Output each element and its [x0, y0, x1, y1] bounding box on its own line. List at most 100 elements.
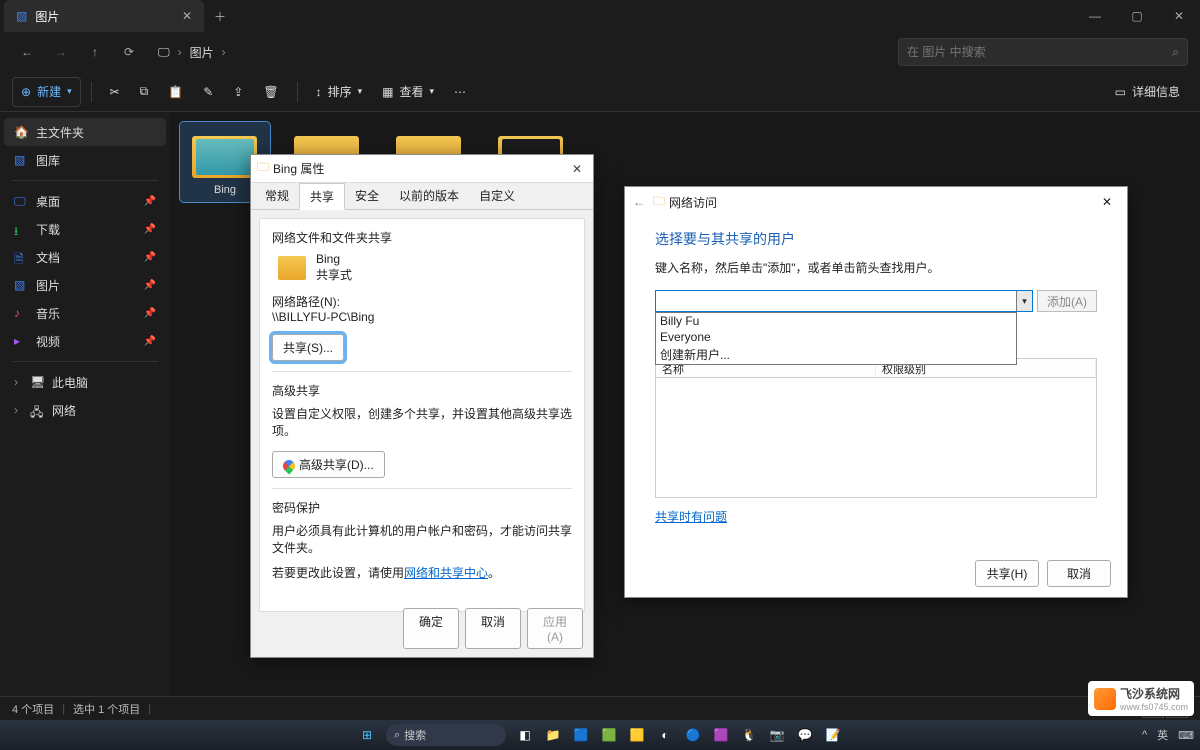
cancel-button[interactable]: 取消 — [1047, 560, 1111, 587]
pin-icon: 📌 — [144, 252, 156, 263]
search-icon[interactable]: ⌕ — [1172, 45, 1179, 60]
dialog-tabs: 常规 共享 安全 以前的版本 自定义 — [251, 183, 593, 210]
sidebar-item-pictures[interactable]: ▧图片📌 — [4, 271, 166, 299]
add-button[interactable]: 添加(A) — [1037, 290, 1097, 312]
new-tab-button[interactable]: ＋ — [204, 8, 236, 25]
gallery-icon: ▧ — [14, 153, 28, 167]
view-icon: ▦ — [382, 85, 393, 99]
app-icon[interactable]: 🔵 — [680, 722, 706, 748]
details-label: 详细信息 — [1132, 83, 1180, 100]
search-input[interactable] — [907, 45, 1172, 59]
copy-button[interactable]: ⧉ — [132, 77, 157, 107]
sidebar-item-desktop[interactable]: 🖵桌面📌 — [4, 187, 166, 215]
dropdown-option[interactable]: Billy Fu — [656, 313, 1016, 329]
monitor-icon: 🖵 — [158, 45, 170, 60]
sidebar-item-downloads[interactable]: ⭳下载📌 — [4, 215, 166, 243]
separator: | — [148, 703, 151, 715]
ime-indicator[interactable]: 英 — [1157, 727, 1168, 743]
tab-custom[interactable]: 自定义 — [469, 183, 525, 209]
details-button[interactable]: ▭ 详细信息 — [1107, 77, 1188, 107]
refresh-button[interactable]: ⟳ — [114, 37, 144, 67]
sidebar-item-home[interactable]: 🏠主文件夹 — [4, 118, 166, 146]
back-button[interactable]: ← — [633, 195, 653, 209]
delete-button[interactable]: 🗑 — [255, 77, 286, 107]
breadcrumb-item[interactable]: 图片 — [190, 44, 214, 61]
cancel-button[interactable]: 取消 — [465, 608, 521, 649]
app-icon[interactable]: 📷 — [764, 722, 790, 748]
advanced-share-button[interactable]: 高级共享(D)... — [272, 451, 385, 478]
chevron-right-icon: › — [14, 403, 22, 417]
taskview-button[interactable]: ◧ — [512, 722, 538, 748]
pictures-icon: ▧ — [16, 9, 27, 23]
forward-button[interactable]: → — [46, 37, 76, 67]
sidebar-item-network[interactable]: ›🖧网络 — [4, 396, 166, 424]
sidebar-label: 图库 — [36, 152, 60, 169]
app-icon[interactable]: 🟪 — [708, 722, 734, 748]
dialog-title: 网络访问 — [669, 194, 717, 211]
tab-security[interactable]: 安全 — [345, 183, 389, 209]
breadcrumb[interactable]: 🖵 › 图片 › — [158, 44, 226, 61]
share-confirm-button[interactable]: 共享(H) — [975, 560, 1039, 587]
tray-chevron-icon[interactable]: ^ — [1142, 729, 1147, 741]
close-dialog-button[interactable]: ✕ — [1095, 195, 1119, 209]
taskbar-search[interactable]: ⌕搜索 — [386, 724, 506, 746]
dropdown-option[interactable]: 创建新用户... — [656, 345, 1016, 364]
trouble-link[interactable]: 共享时有问题 — [655, 510, 727, 524]
search-box[interactable]: ⌕ — [898, 38, 1188, 66]
share-button[interactable]: ⇪ — [225, 77, 251, 107]
minimize-button[interactable]: ― — [1074, 0, 1116, 32]
app-icon[interactable]: 📁 — [540, 722, 566, 748]
sidebar-item-music[interactable]: ♪音乐📌 — [4, 299, 166, 327]
tab-previous[interactable]: 以前的版本 — [389, 183, 469, 209]
start-button[interactable]: ⊞ — [354, 722, 380, 748]
sidebar-label: 网络 — [52, 402, 76, 419]
paste-icon: 📋 — [168, 85, 183, 99]
ok-button[interactable]: 确定 — [403, 608, 459, 649]
new-label: 新建 — [37, 83, 61, 100]
tab-general[interactable]: 常规 — [255, 183, 299, 209]
back-button[interactable]: ← — [12, 37, 42, 67]
rename-button[interactable]: ✎ — [195, 77, 221, 107]
close-dialog-button[interactable]: ✕ — [567, 162, 587, 176]
user-input[interactable] — [658, 292, 1014, 310]
app-icon[interactable]: 🟦 — [568, 722, 594, 748]
network-path-label: 网络路径(N): — [272, 293, 572, 310]
cut-button[interactable]: ✂ — [102, 77, 128, 107]
dialog-titlebar: 🗀 Bing 属性 ✕ — [251, 155, 593, 183]
app-icon[interactable]: ◐ — [652, 722, 678, 748]
sidebar-item-gallery[interactable]: ▧ 图库 — [4, 146, 166, 174]
close-tab-icon[interactable]: ✕ — [182, 9, 192, 23]
view-button[interactable]: ▦ 查看 ▾ — [374, 77, 442, 107]
dropdown-button[interactable]: ▾ — [1016, 291, 1032, 311]
ime-keyboard-icon[interactable]: ⌨ — [1178, 729, 1194, 742]
app-icon[interactable]: 🟨 — [624, 722, 650, 748]
sidebar-item-thispc[interactable]: ›🖥此电脑 — [4, 368, 166, 396]
app-icon[interactable]: 🟩 — [596, 722, 622, 748]
tab-share[interactable]: 共享 — [299, 183, 345, 210]
share-button[interactable]: 共享(S)... — [272, 334, 344, 361]
pc-icon: 🖥 — [30, 375, 44, 389]
sidebar-item-videos[interactable]: ▸视频📌 — [4, 327, 166, 355]
user-combobox[interactable]: ▾ — [655, 290, 1033, 312]
new-button[interactable]: ⊕ 新建 ▾ — [12, 77, 81, 107]
paste-button[interactable]: 📋 — [160, 77, 191, 107]
chevron-down-icon: ▾ — [358, 86, 363, 97]
app-icon[interactable]: 🐧 — [736, 722, 762, 748]
app-icon[interactable]: 📝 — [820, 722, 846, 748]
more-button[interactable]: ⋯ — [446, 77, 474, 107]
close-window-button[interactable]: ✕ — [1158, 0, 1200, 32]
up-button[interactable]: ↑ — [80, 37, 110, 67]
maximize-button[interactable]: ▢ — [1116, 0, 1158, 32]
network-center-link[interactable]: 网络和共享中心 — [404, 566, 488, 580]
music-icon: ♪ — [14, 306, 28, 320]
cut-icon: ✂ — [110, 85, 120, 99]
sidebar-label: 音乐 — [36, 305, 60, 322]
sort-button[interactable]: ↕ 排序 ▾ — [308, 77, 371, 107]
app-icon[interactable]: 💬 — [792, 722, 818, 748]
apply-button[interactable]: 应用(A) — [527, 608, 583, 649]
dropdown-option[interactable]: Everyone — [656, 329, 1016, 345]
network-icon: 🗀 — [653, 192, 665, 213]
sidebar-item-documents[interactable]: 🗎文档📌 — [4, 243, 166, 271]
watermark: 飞沙系统网 www.fs0745.com — [1088, 681, 1194, 716]
browser-tab[interactable]: ▧ 图片 ✕ — [4, 0, 204, 32]
